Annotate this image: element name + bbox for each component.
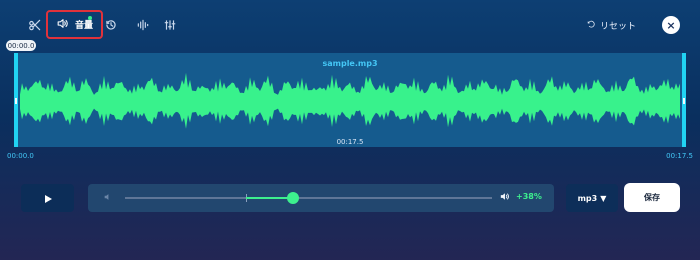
start-time-label: 00:00.0 xyxy=(7,152,34,160)
handle-grip xyxy=(15,98,17,104)
end-time-label: 00:17.5 xyxy=(666,152,693,160)
midpoint-time: 00:17.5 xyxy=(336,138,364,146)
save-button[interactable]: 保存 xyxy=(624,183,680,212)
volume-track[interactable] xyxy=(125,197,492,199)
file-name: sample.mp3 xyxy=(322,59,378,68)
cursor-time-bubble: 00:00.0 xyxy=(6,40,36,51)
volume-control: +38% xyxy=(88,184,554,212)
equalizer-icon xyxy=(136,18,150,35)
caret-down-icon: ▼ xyxy=(600,193,607,203)
close-button[interactable]: × xyxy=(662,16,680,34)
editor-toolbar: 音量 リセット × xyxy=(0,0,700,50)
reset-label: リセット xyxy=(599,22,636,32)
speed-icon xyxy=(104,18,118,35)
volume-low-icon xyxy=(103,192,113,205)
scissors-icon xyxy=(28,18,42,35)
active-indicator xyxy=(88,16,92,20)
reset-button[interactable]: リセット xyxy=(587,19,636,32)
audio-waveform xyxy=(20,72,680,129)
volume-fill xyxy=(246,197,293,199)
mixer-tool-button[interactable] xyxy=(161,14,179,38)
format-dropdown[interactable]: mp3 ▼ xyxy=(566,184,618,212)
volume-percentage: +38% xyxy=(516,192,542,201)
play-icon xyxy=(43,189,53,208)
volume-icon xyxy=(56,17,69,33)
handle-grip xyxy=(683,98,685,104)
mixer-icon xyxy=(163,18,177,35)
equalizer-tool-button[interactable] xyxy=(134,14,152,38)
waveform-panel[interactable]: sample.mp3 00:17.5 xyxy=(14,53,686,147)
volume-tool-button[interactable]: 音量 xyxy=(46,10,103,39)
close-icon: × xyxy=(666,18,676,32)
undo-icon xyxy=(587,20,596,32)
cursor-time: 00:00.0 xyxy=(7,41,35,50)
cut-tool-button[interactable] xyxy=(26,14,44,38)
save-label: 保存 xyxy=(644,193,660,202)
volume-high-icon xyxy=(499,191,510,205)
format-label: mp3 xyxy=(577,193,598,203)
play-button[interactable] xyxy=(21,184,74,212)
trim-end-handle[interactable] xyxy=(682,53,686,147)
volume-slider-thumb[interactable] xyxy=(287,192,299,204)
trim-start-handle[interactable] xyxy=(14,53,18,147)
speed-tool-button[interactable] xyxy=(102,14,120,38)
